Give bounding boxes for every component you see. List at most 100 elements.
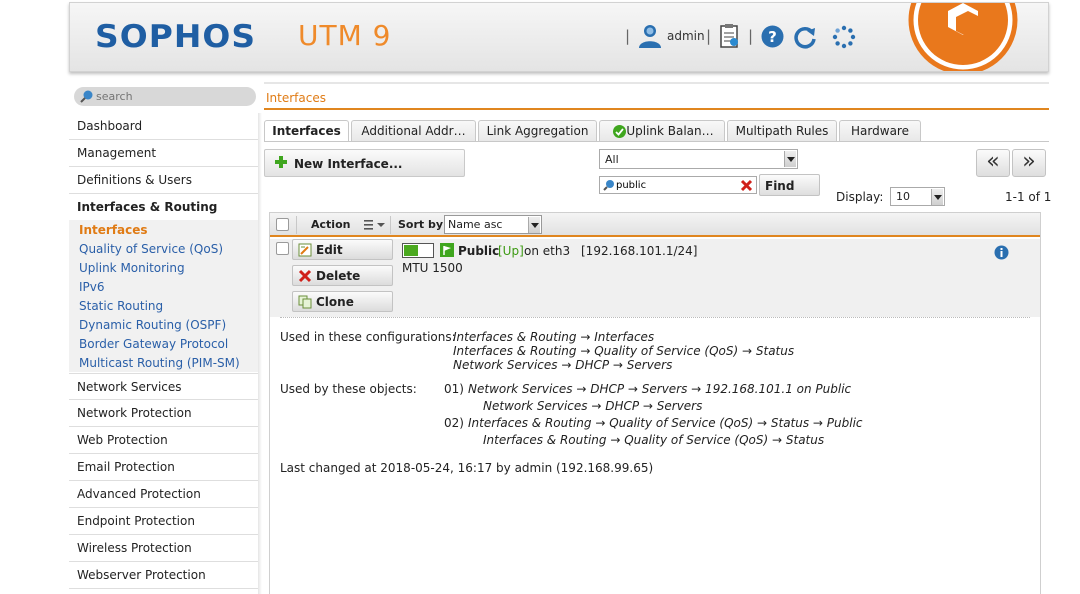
object-path: Network Services → DHCP → Servers	[483, 399, 703, 413]
plus-icon	[275, 156, 287, 168]
filter-text-box	[599, 176, 757, 194]
tab-link-aggregation[interactable]: Link Aggregation	[478, 120, 597, 141]
clear-icon[interactable]	[740, 179, 753, 192]
last-changed: Last changed at 2018-05-24, 16:17 by adm…	[280, 461, 654, 475]
sidebar-subitem-uplink-monitoring[interactable]: Uplink Monitoring	[79, 261, 185, 275]
tab-multipath-rules[interactable]: Multipath Rules	[727, 120, 837, 141]
page-count: 1-1 of 1	[1005, 190, 1052, 204]
interface-name: Public	[458, 244, 500, 258]
chevron-down-icon	[931, 189, 943, 205]
object-path: Interfaces & Routing → Quality of Servic…	[483, 433, 825, 447]
flag-icon	[440, 243, 454, 257]
sidebar-item-advanced-protection[interactable]: Advanced Protection	[69, 481, 258, 508]
admin-user-link[interactable]: admin	[667, 29, 705, 43]
breadcrumb-current: Interfaces	[266, 91, 326, 105]
edit-button[interactable]: Edit	[292, 239, 393, 260]
sidebar-subitem-static-routing[interactable]: Static Routing	[79, 299, 163, 313]
object-link[interactable]: Interfaces & Routing → Quality of Servic…	[468, 416, 863, 430]
edit-label: Edit	[316, 243, 343, 257]
sophos-logo: SOPHOS	[95, 19, 257, 55]
delete-button[interactable]: Delete	[292, 265, 393, 286]
interface-mtu: MTU 1500	[402, 261, 463, 275]
tab-label: Uplink Balan…	[626, 124, 714, 138]
chevron-down-icon	[784, 151, 796, 167]
clone-icon	[298, 295, 312, 309]
breadcrumb: Interfaces	[264, 82, 1049, 110]
configs-label: Used in these configurations:	[280, 330, 456, 344]
sidebar-item-management[interactable]: Management	[69, 140, 258, 167]
sidebar-item-web-protection[interactable]: Web Protection	[69, 427, 258, 454]
new-interface-label: New Interface...	[294, 157, 403, 171]
sidebar-divider	[258, 113, 262, 594]
info-icon[interactable]	[994, 245, 1009, 260]
delete-icon	[298, 269, 312, 283]
tab-hardware[interactable]: Hardware	[839, 120, 921, 141]
chevron-down-icon	[528, 217, 540, 233]
sidebar-item-network-services[interactable]: Network Services	[69, 373, 258, 400]
sort-select[interactable]: Name asc	[444, 215, 542, 234]
tab-underline	[264, 141, 1049, 142]
object-link[interactable]: Network Services → DHCP → Servers → 192.…	[468, 382, 851, 396]
action-header-label: Action	[311, 218, 351, 231]
sidebar-item-definitions-users[interactable]: Definitions & Users	[69, 167, 258, 194]
find-button[interactable]: Find	[759, 174, 820, 196]
sort-label: Sort by:	[398, 218, 448, 231]
svg-text:?: ?	[768, 28, 777, 46]
new-interface-button[interactable]: New Interface...	[264, 149, 465, 177]
sophos-hexagon-logo	[908, 3, 1018, 71]
object-number: 01)	[444, 382, 464, 396]
interface-list: Action Sort by: Name asc Edit Delete Clo…	[269, 212, 1041, 594]
sort-value: Name asc	[448, 218, 503, 231]
sidebar-item-dashboard[interactable]: Dashboard	[69, 113, 258, 140]
menu-icon[interactable]	[364, 220, 386, 230]
clone-button[interactable]: Clone	[292, 291, 393, 312]
interface-address: [192.168.101.1/24]	[581, 244, 698, 258]
next-page-button[interactable]: »	[1012, 149, 1046, 177]
reload-icon[interactable]	[793, 25, 817, 49]
interface-hardware: on eth3	[524, 244, 571, 258]
config-link[interactable]: Interfaces & Routing → Interfaces	[453, 330, 654, 344]
sidebar-subitem-interfaces[interactable]: Interfaces	[79, 223, 148, 237]
sidebar-subitem-ipv6[interactable]: IPv6	[79, 280, 105, 294]
object-number: 02)	[444, 416, 464, 430]
status-toggle[interactable]	[402, 243, 434, 258]
user-icon[interactable]	[636, 23, 662, 49]
sidebar-item-webserver-protection[interactable]: Webserver Protection	[69, 562, 258, 589]
product-name: UTM 9	[298, 19, 392, 52]
select-all-checkbox[interactable]	[276, 218, 289, 231]
display-count-select[interactable]: 10	[890, 187, 945, 206]
sidebar-subitem-bgp[interactable]: Border Gateway Protocol	[79, 337, 228, 351]
edit-icon	[298, 243, 312, 257]
search-icon	[603, 180, 614, 191]
filter-text-input[interactable]	[616, 178, 734, 193]
tab-additional-addresses[interactable]: Additional Addr…	[351, 120, 476, 141]
sidebar: Dashboard Management Definitions & Users…	[69, 113, 258, 594]
app-header: SOPHOS UTM 9 | admin | | ?	[69, 2, 1049, 72]
action-column-header: Action	[296, 216, 391, 234]
sidebar-item-network-protection[interactable]: Network Protection	[69, 400, 258, 427]
sidebar-subitem-qos[interactable]: Quality of Service (QoS)	[79, 242, 223, 256]
search-icon	[80, 90, 93, 103]
table-row: Edit Delete Clone Public [Up] on eth3 [1…	[270, 239, 1040, 317]
config-link[interactable]: Network Services → DHCP → Servers	[453, 358, 672, 372]
row-checkbox[interactable]	[276, 242, 289, 255]
status-toggle-on	[404, 245, 418, 256]
filter-type-select[interactable]: All	[599, 149, 798, 169]
sidebar-item-wireless-protection[interactable]: Wireless Protection	[69, 535, 258, 562]
sidebar-subitem-multicast[interactable]: Multicast Routing (PIM-SM)	[79, 356, 240, 370]
interface-state: [Up]	[498, 244, 524, 258]
delete-label: Delete	[316, 269, 361, 283]
sidebar-item-endpoint-protection[interactable]: Endpoint Protection	[69, 508, 258, 535]
filter-type-value: All	[605, 153, 619, 166]
sidebar-item-interfaces-routing[interactable]: Interfaces & Routing	[69, 194, 258, 221]
tab-uplink-balancing[interactable]: Uplink Balan…	[599, 120, 725, 141]
clipboard-icon[interactable]	[719, 23, 741, 49]
config-link[interactable]: Interfaces & Routing → Quality of Servic…	[453, 344, 794, 358]
search-input[interactable]	[96, 88, 246, 105]
help-icon[interactable]: ?	[761, 25, 784, 48]
display-count-value: 10	[896, 190, 910, 203]
tab-interfaces[interactable]: Interfaces	[264, 120, 349, 142]
previous-page-button[interactable]: «	[976, 149, 1010, 177]
sidebar-subitem-ospf[interactable]: Dynamic Routing (OSPF)	[79, 318, 226, 332]
sidebar-item-email-protection[interactable]: Email Protection	[69, 454, 258, 481]
